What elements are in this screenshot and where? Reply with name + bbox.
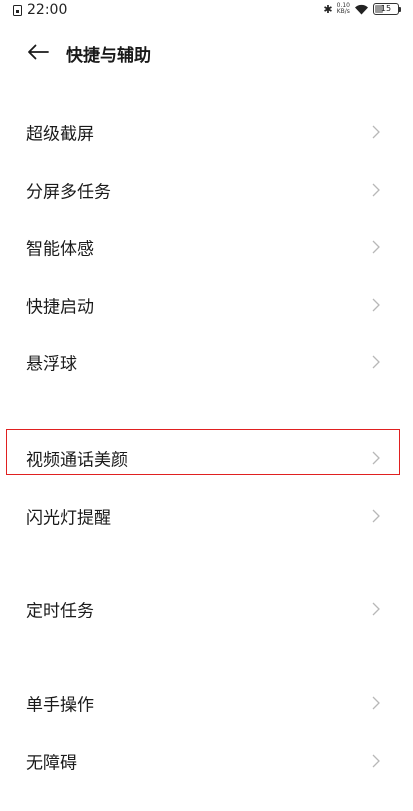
chevron-right-icon [372, 602, 380, 616]
battery-group: 15 [373, 3, 401, 15]
list-item-super-screenshot[interactable]: 超级截屏 [0, 104, 413, 160]
battery-icon: 15 [373, 3, 399, 15]
list-item-label: 定时任务 [26, 601, 94, 622]
network-speed-unit: KB/s [336, 8, 350, 15]
chevron-right-icon [372, 451, 380, 465]
back-arrow-icon [28, 44, 49, 60]
list-item-label: 超级截屏 [26, 124, 94, 145]
page-header: 快捷与辅助 [0, 35, 413, 69]
chevron-right-icon [372, 183, 380, 197]
list-item-label: 智能体感 [26, 239, 94, 260]
list-item-floating-ball[interactable]: 悬浮球 [0, 334, 413, 390]
chevron-right-icon [372, 696, 380, 710]
list-item-smart-motion[interactable]: 智能体感 [0, 219, 413, 275]
list-item-label: 无障碍 [26, 753, 77, 774]
battery-nub [399, 6, 401, 12]
status-time: 22:00 [27, 2, 68, 18]
list-item-label: 闪光灯提醒 [26, 508, 111, 529]
chevron-right-icon [372, 355, 380, 369]
chevron-right-icon [372, 298, 380, 312]
chevron-right-icon [372, 754, 380, 768]
status-bar: 22:00 ✱ 0.10 KB/s 15 [0, 0, 413, 22]
list-item-label: 悬浮球 [26, 354, 77, 375]
list-item-label: 视频通话美颜 [26, 450, 128, 471]
wifi-icon [354, 4, 369, 15]
sim-card-icon [13, 4, 22, 16]
status-right: ✱ 0.10 KB/s 15 [323, 3, 401, 15]
chevron-right-icon [372, 125, 380, 139]
list-item-video-call-beauty[interactable]: 视频通话美颜 [0, 430, 413, 486]
list-item-accessibility[interactable]: 无障碍 [0, 733, 413, 789]
list-item-label: 分屏多任务 [26, 182, 111, 203]
status-left: 22:00 [13, 2, 67, 18]
battery-level: 15 [380, 4, 392, 13]
list-item-label: 快捷启动 [26, 297, 94, 318]
settings-screen: 22:00 ✱ 0.10 KB/s 15 快捷与辅助 超级截屏 分屏多任务 智能… [0, 0, 413, 811]
list-item-quick-launch[interactable]: 快捷启动 [0, 277, 413, 333]
chevron-right-icon [372, 509, 380, 523]
list-item-flash-notification[interactable]: 闪光灯提醒 [0, 488, 413, 544]
list-item-scheduled-tasks[interactable]: 定时任务 [0, 581, 413, 637]
bluetooth-icon: ✱ [323, 2, 333, 16]
list-item-split-screen[interactable]: 分屏多任务 [0, 162, 413, 218]
network-speed: 0.10 KB/s [337, 3, 350, 15]
list-item-label: 单手操作 [26, 695, 94, 716]
page-title: 快捷与辅助 [66, 46, 151, 66]
list-item-one-handed-mode[interactable]: 单手操作 [0, 675, 413, 731]
chevron-right-icon [372, 240, 380, 254]
back-button[interactable] [26, 42, 50, 62]
